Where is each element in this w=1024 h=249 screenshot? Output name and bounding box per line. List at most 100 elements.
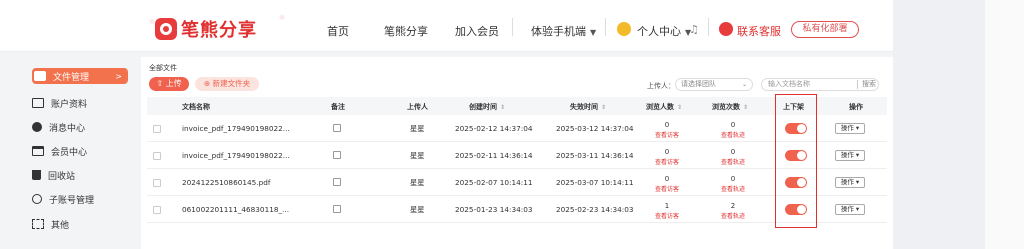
nav-mobile-app[interactable]: 体验手机端 ▼ (531, 23, 596, 39)
sidebar-item-membership[interactable]: 会员中心 (32, 142, 132, 160)
view-track-link[interactable]: 查看轨迹 (718, 157, 748, 166)
table-row: 2024122510860145.pdf 星星 2025-02-07 10:14… (147, 169, 887, 196)
breadcrumb[interactable]: 全部文件 (149, 63, 177, 73)
shelf-toggle[interactable] (785, 177, 807, 188)
action-dropdown[interactable]: 操作 ▾ (835, 123, 865, 134)
user-avatar-icon (617, 22, 631, 36)
sidebar-item-label: 账户资料 (51, 99, 88, 110)
file-name[interactable]: 2024122510860145.pdf (182, 178, 270, 187)
uploader-name: 星星 (410, 124, 425, 133)
nav-divider (605, 18, 606, 36)
action-label: 操作 (840, 178, 854, 186)
nav-user-center[interactable]: 个人中心 ▼ (637, 23, 691, 39)
header-note: 备注 (331, 103, 345, 111)
edit-note-icon[interactable] (333, 178, 341, 186)
uploader-name: 星星 (410, 205, 425, 214)
expire-time: 2025-02-23 14:34:03 (556, 205, 634, 214)
expire-time: 2025-03-11 14:36:14 (556, 151, 634, 160)
header-name: 文档名称 (182, 103, 210, 111)
file-name[interactable]: 061002201111_46830118_... (182, 205, 289, 214)
user-center-label: 个人中心 (637, 25, 681, 38)
private-deploy-button[interactable]: 私有化部署 (791, 21, 859, 38)
action-label: 操作 (840, 124, 854, 132)
action-dropdown[interactable]: 操作 ▾ (835, 204, 865, 215)
header-created[interactable]: 创建时间 ⇕ (469, 102, 505, 112)
edit-note-icon[interactable] (333, 151, 341, 159)
view-visitors-link[interactable]: 查看访客 (652, 157, 682, 166)
upload-label: 上传 (165, 79, 182, 88)
shelf-toggle[interactable] (785, 123, 807, 134)
view-track-link[interactable]: 查看轨迹 (718, 211, 748, 220)
view-track-link[interactable]: 查看轨迹 (718, 130, 748, 139)
header-expire[interactable]: 失效时间 ⇕ (570, 102, 606, 112)
file-name[interactable]: invoice_pdf_179490198022... (182, 124, 290, 133)
uploader-filter-label: 上传人： (647, 82, 675, 90)
row-checkbox[interactable] (153, 206, 161, 214)
sidebar-item-file-management[interactable]: 文件管理 > (32, 68, 128, 84)
header-viewers[interactable]: 浏览人数 ⇕ (646, 102, 682, 112)
sidebar-item-account[interactable]: 账户资料 (32, 94, 132, 112)
bell-icon[interactable]: ♫ (689, 23, 699, 36)
shelf-toggle[interactable] (785, 150, 807, 161)
search-button[interactable]: 搜索 (857, 80, 876, 89)
created-time: 2025-02-07 10:14:11 (455, 178, 533, 187)
uploader-name: 星星 (410, 178, 425, 187)
row-checkbox[interactable] (153, 179, 161, 187)
view-count: 0 (730, 121, 736, 129)
shelf-toggle[interactable] (785, 204, 807, 215)
headset-icon (719, 22, 733, 36)
row-checkbox[interactable] (153, 152, 161, 160)
nav-membership[interactable]: 加入会员 (455, 23, 499, 39)
row-checkbox[interactable] (153, 125, 161, 133)
view-count: 0 (730, 148, 736, 156)
uploader-name: 星星 (410, 151, 425, 160)
header-viewers-label: 浏览人数 (646, 103, 674, 111)
sidebar-item-other[interactable]: 其他 (32, 215, 132, 233)
sidebar-item-label: 会员中心 (51, 147, 88, 158)
uploader-select[interactable]: 请选择团队 ⌄ (675, 78, 753, 91)
sidebar-item-recycle-bin[interactable]: 回收站 (32, 166, 132, 184)
sidebar-item-label: 文件管理 (53, 72, 90, 83)
nav-share[interactable]: 笔熊分享 (384, 23, 428, 39)
table-row: invoice_pdf_179490198022... 星星 2025-02-1… (147, 115, 887, 142)
action-dropdown[interactable]: 操作 ▾ (835, 150, 865, 161)
app-window: 笔熊分享 首页 笔熊分享 加入会员 体验手机端 ▼ 个人中心 ▼ ♫ 联系客服 私有… (0, 0, 1024, 249)
table-row: invoice_pdf_179490198022... 星星 2025-02-1… (147, 142, 887, 169)
customer-service-link[interactable]: 联系客服 (737, 23, 781, 39)
new-folder-label: 新建文件夹 (212, 79, 251, 88)
view-visitors-link[interactable]: 查看访客 (652, 130, 682, 139)
new-folder-button[interactable]: ⊕ 新建文件夹 (195, 77, 259, 91)
header-views[interactable]: 浏览次数 ⇕ (712, 102, 748, 112)
chevron-down-icon: ⌄ (741, 81, 747, 88)
view-track-link[interactable]: 查看轨迹 (718, 184, 748, 193)
file-name[interactable]: invoice_pdf_179490198022... (182, 151, 290, 160)
action-label: 操作 (840, 205, 854, 213)
sidebar-item-label: 回收站 (48, 171, 76, 182)
action-dropdown[interactable]: 操作 ▾ (835, 177, 865, 188)
folder-icon (34, 71, 46, 81)
created-time: 2025-02-12 14:37:04 (455, 124, 533, 133)
bear-logo-icon (155, 18, 177, 40)
edit-note-icon[interactable] (333, 205, 341, 213)
sidebar-item-label: 其他 (51, 220, 70, 231)
header-action: 操作 (849, 103, 863, 111)
action-label: 操作 (840, 151, 854, 159)
header-uploader: 上传人 (407, 103, 428, 111)
brand-logo[interactable]: 笔熊分享 (155, 16, 257, 42)
view-count: 0 (730, 175, 736, 183)
header-created-label: 创建时间 (469, 103, 497, 111)
view-visitors-link[interactable]: 查看访客 (652, 211, 682, 220)
header-expire-label: 失效时间 (570, 103, 598, 111)
sidebar-item-label: 子账号管理 (49, 195, 95, 206)
table-header: 文档名称 备注 上传人 创建时间 ⇕ 失效时间 ⇕ 浏览人数 ⇕ 浏览次数 ⇕ 上下架 … (147, 97, 887, 115)
sidebar-item-sub-accounts[interactable]: 子账号管理 (32, 190, 132, 208)
upload-button[interactable]: ⇧ 上传 (149, 77, 189, 91)
card-icon (32, 146, 44, 156)
trash-icon (32, 170, 41, 180)
edit-note-icon[interactable] (333, 124, 341, 132)
message-icon (32, 122, 42, 132)
sidebar-item-messages[interactable]: 消息中心 (32, 118, 132, 136)
expire-time: 2025-03-07 10:14:11 (556, 178, 634, 187)
nav-home[interactable]: 首页 (327, 23, 349, 39)
view-visitors-link[interactable]: 查看访客 (652, 184, 682, 193)
